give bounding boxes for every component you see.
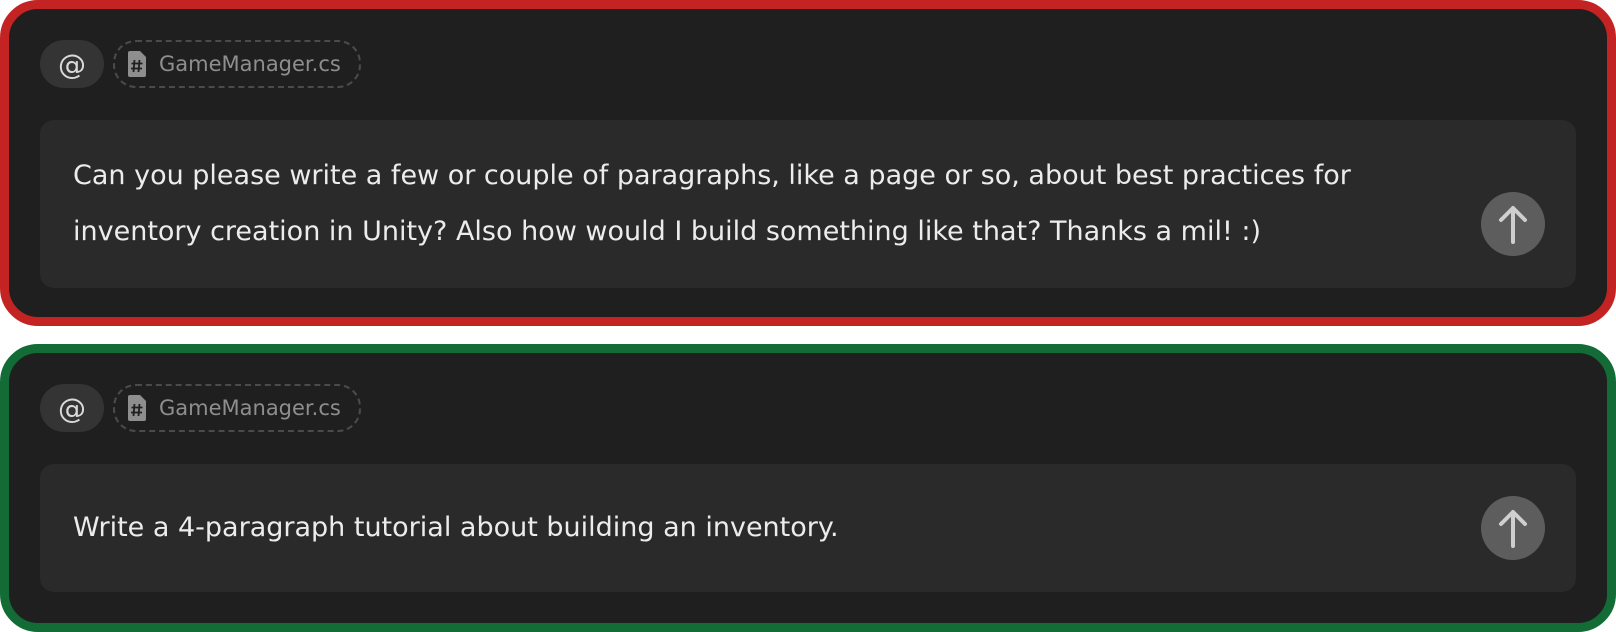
- arrow-up-icon: [1499, 510, 1527, 548]
- at-sign-icon: @: [58, 47, 86, 81]
- context-chip-row: @ GameManager.cs: [40, 40, 361, 88]
- context-chip-row: @ GameManager.cs: [40, 384, 361, 432]
- prompt-input[interactable]: Can you please write a few or couple of …: [40, 120, 1576, 288]
- csharp-file-icon: [128, 51, 146, 77]
- prompt-text[interactable]: Can you please write a few or couple of …: [73, 148, 1456, 260]
- at-sign-icon: @: [58, 391, 86, 425]
- csharp-file-icon: [128, 395, 146, 421]
- send-button[interactable]: [1481, 496, 1545, 560]
- prompt-panel-red: @ GameManager.cs Can you please write a …: [0, 0, 1616, 326]
- arrow-up-icon: [1499, 206, 1527, 244]
- file-chip-label: GameManager.cs: [159, 52, 341, 76]
- mention-button[interactable]: @: [40, 40, 104, 88]
- prompt-input[interactable]: Write a 4-paragraph tutorial about build…: [40, 464, 1576, 592]
- mention-button[interactable]: @: [40, 384, 104, 432]
- file-chip-label: GameManager.cs: [159, 396, 341, 420]
- prompt-panel-green: @ GameManager.cs Write a 4-paragraph tut…: [0, 344, 1616, 632]
- file-chip[interactable]: GameManager.cs: [113, 40, 361, 88]
- prompt-text[interactable]: Write a 4-paragraph tutorial about build…: [73, 500, 1456, 556]
- file-chip[interactable]: GameManager.cs: [113, 384, 361, 432]
- send-button[interactable]: [1481, 192, 1545, 256]
